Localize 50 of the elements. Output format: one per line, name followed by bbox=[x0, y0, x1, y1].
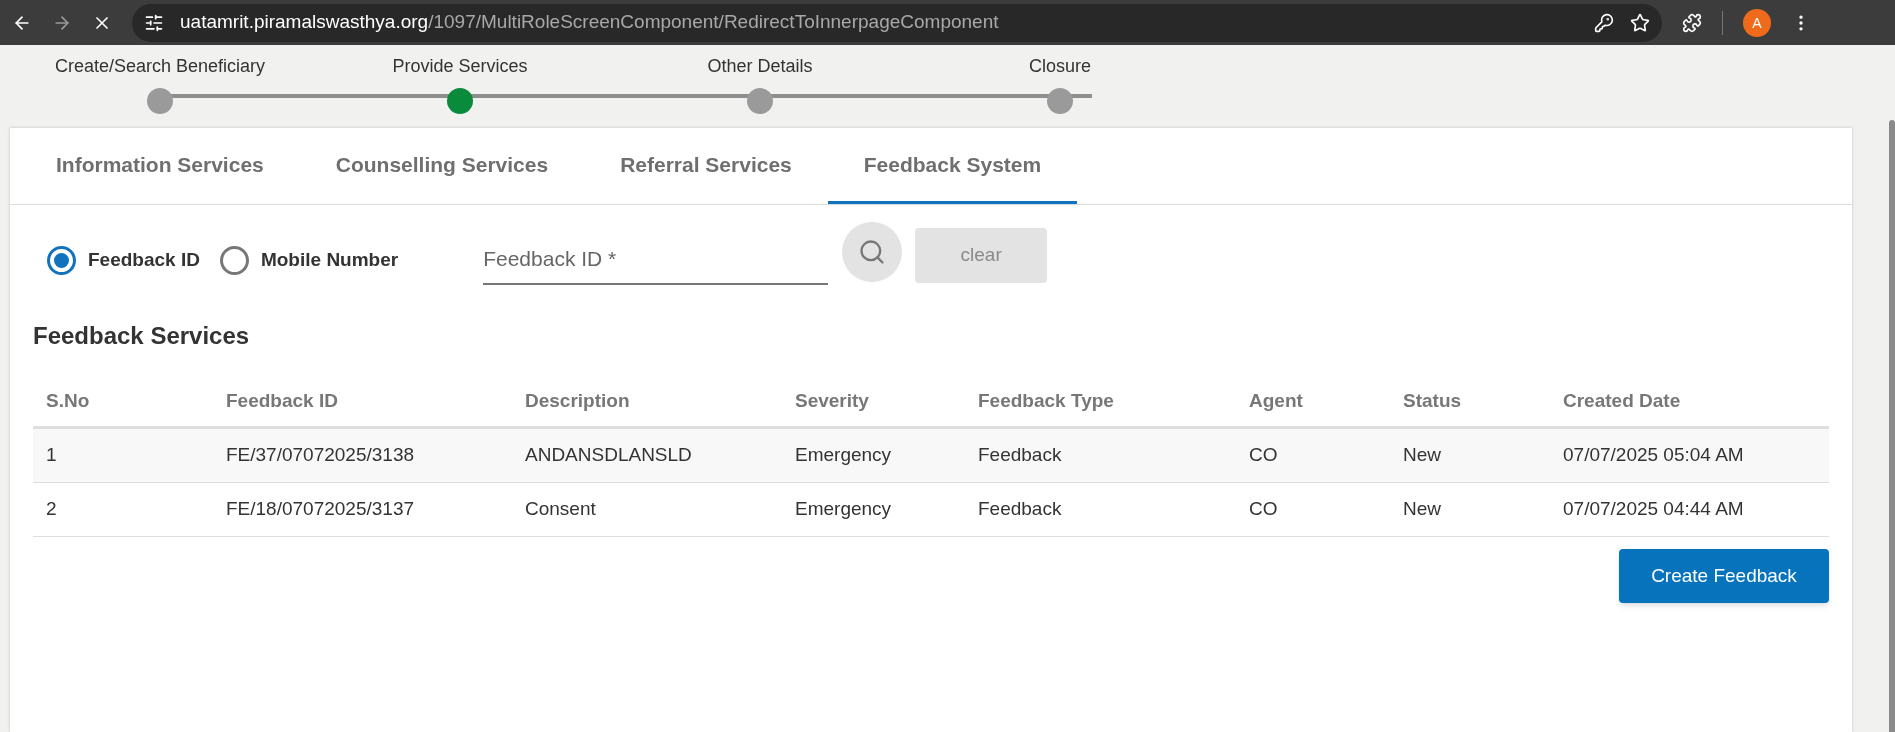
table-cell-text: Consent bbox=[524, 497, 597, 522]
step-label: Other Details bbox=[707, 55, 813, 78]
table-cell-text: CO bbox=[1248, 443, 1279, 468]
column-header: Severity bbox=[794, 388, 870, 413]
url-text: uatamrit.piramalswasthya.org/1097/MultiRoleScreenComponent/RedirectToInnerpageComponent bbox=[180, 10, 999, 35]
scrollbar-thumb[interactable] bbox=[1889, 120, 1895, 732]
step-label: Create/Search Beneficiary bbox=[54, 55, 266, 78]
column-header: Description bbox=[524, 388, 631, 413]
tab[interactable]: Feedback System bbox=[827, 128, 1078, 204]
column-header: Status bbox=[1402, 388, 1463, 413]
tab[interactable]: Information Services bbox=[20, 128, 300, 204]
profile-avatar[interactable]: A bbox=[1743, 8, 1771, 37]
clear-button[interactable]: clear bbox=[915, 227, 1048, 283]
table-cell-text: ANDANSDLANSLD bbox=[524, 443, 693, 468]
column-header: Created Date bbox=[1562, 388, 1682, 413]
table-cell-text: Feedback bbox=[977, 443, 1063, 468]
column-header: S.No bbox=[45, 388, 91, 413]
radio-option[interactable]: Feedback ID bbox=[47, 245, 200, 275]
address-bar[interactable]: uatamrit.piramalswasthya.org/1097/MultiRoleScreenComponent/RedirectToInnerpageComponent bbox=[132, 3, 1662, 42]
column-header: Feedback Type bbox=[977, 388, 1115, 413]
bookmark-star-icon[interactable] bbox=[1630, 12, 1650, 33]
table-cell-text: Emergency bbox=[794, 443, 893, 468]
column-header: Agent bbox=[1248, 388, 1304, 413]
table-row[interactable]: 1 FE/37/07072025/3138 ANDANSDLANSLD Emergency Feedback CO New 07/07/2025 05:04 AM bbox=[33, 429, 1829, 483]
radio-button[interactable] bbox=[47, 245, 76, 275]
tab[interactable]: Counselling Services bbox=[299, 128, 585, 204]
radio-button[interactable] bbox=[219, 245, 249, 275]
search-icon bbox=[858, 238, 887, 266]
table-cell-text: 1 bbox=[45, 443, 58, 468]
step-label: Closure bbox=[1029, 55, 1091, 78]
table-cell-text: Feedback bbox=[977, 497, 1063, 522]
table-cell-text: 07/07/2025 05:04 AM bbox=[1562, 443, 1745, 468]
table-cell-text: Emergency bbox=[794, 497, 893, 522]
table-cell-text: CO bbox=[1248, 497, 1279, 522]
table-cell-text: 07/07/2025 04:44 AM bbox=[1562, 497, 1745, 522]
section-title: Feedback Services bbox=[33, 321, 251, 351]
table-cell-text: New bbox=[1402, 497, 1442, 522]
site-info-icon[interactable] bbox=[144, 12, 164, 33]
create-feedback-button[interactable]: Create Feedback bbox=[1619, 549, 1829, 603]
table-cell-text: FE/37/07072025/3138 bbox=[225, 443, 416, 468]
radio-option[interactable]: Mobile Number bbox=[219, 245, 399, 275]
column-header: Feedback ID bbox=[225, 388, 339, 413]
tab[interactable]: Referral Services bbox=[584, 128, 828, 204]
table-cell-text: 2 bbox=[45, 497, 58, 522]
extensions-icon[interactable] bbox=[1682, 12, 1702, 33]
table-cell-text: FE/18/07072025/3137 bbox=[225, 497, 416, 522]
feedback-id-input[interactable]: Feedback ID * bbox=[483, 235, 829, 285]
step-label: Provide Services bbox=[392, 55, 528, 78]
key-icon[interactable] bbox=[1594, 12, 1614, 33]
table-cell-text: New bbox=[1402, 443, 1442, 468]
